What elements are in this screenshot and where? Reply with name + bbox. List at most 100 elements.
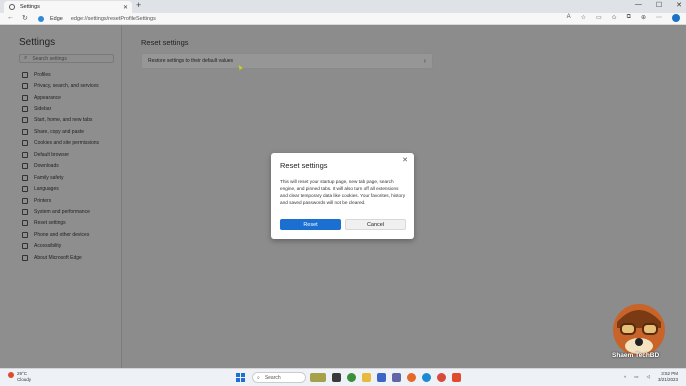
address-url[interactable]: edge://settings/resetProfileSettings [71, 16, 156, 22]
weather-desc: Cloudy [17, 377, 32, 382]
sidebar-item-appearance[interactable]: Appearance [22, 92, 122, 103]
reset-button[interactable]: Reset [280, 219, 341, 230]
firefox-icon[interactable] [407, 373, 416, 382]
accessibility-icon [22, 243, 28, 250]
store-icon[interactable] [377, 373, 386, 382]
pinned-apps [310, 373, 461, 382]
new-tab-button[interactable]: + [136, 0, 141, 10]
sidebar-item-label: Phone and other devices [34, 231, 90, 238]
chrome-alt-icon[interactable] [437, 373, 446, 382]
file-explorer-icon[interactable] [362, 373, 371, 382]
tab-title: Settings [20, 4, 40, 10]
volume-icon[interactable]: ◁ [647, 374, 650, 380]
sidebar-item-about[interactable]: About Microsoft Edge [22, 252, 122, 263]
reset-icon [22, 220, 28, 227]
chrome-icon[interactable] [347, 373, 356, 382]
restore-defaults-row[interactable]: Restore settings to their default values… [141, 53, 433, 69]
dialog-close-icon[interactable]: ✕ [402, 156, 408, 164]
address-bar[interactable]: Edge edge://settings/resetProfileSetting… [38, 15, 538, 23]
favorites-icon[interactable]: ✩ [612, 14, 617, 22]
browser-tab[interactable]: Settings ✕ [4, 1, 132, 13]
sidebar-item-accessibility[interactable]: Accessibility [22, 241, 122, 252]
sidebar-item-label: About Microsoft Edge [34, 254, 82, 261]
dialog-title: Reset settings [280, 161, 328, 170]
watermark-text: Shaem TechBD [612, 352, 660, 359]
sidebar-item-label: System and performance [34, 208, 90, 215]
sidebar-item-label: Appearance [34, 94, 61, 101]
favorite-star-icon[interactable]: ☆ [581, 14, 586, 22]
edge-taskbar-icon[interactable] [422, 373, 431, 382]
teams-icon[interactable] [392, 373, 401, 382]
sidebar-item-label: Profiles [34, 71, 51, 78]
sidebar-item-label: Default browser [34, 151, 70, 158]
sidebar-item-privacy[interactable]: Privacy, search, and services [22, 80, 122, 91]
chevron-up-icon[interactable]: ^ [624, 375, 626, 380]
sidebar-item-default-browser[interactable]: Default browser [22, 149, 122, 160]
clock-date: 3/21/2023 [657, 377, 678, 382]
settings-search-input[interactable]: ⌕ Search settings [19, 54, 114, 63]
recorder-icon[interactable] [452, 373, 461, 382]
back-icon[interactable]: ← [7, 14, 14, 21]
sidebar-item-printers[interactable]: Printers [22, 195, 122, 206]
read-aloud-icon[interactable]: A [567, 14, 571, 22]
sidebar-item-downloads[interactable]: Downloads [22, 161, 122, 172]
sidebar-item-share[interactable]: Share, copy and paste [22, 126, 122, 137]
clock[interactable]: 3:52 PM 3/21/2023 [658, 371, 678, 383]
more-options-icon[interactable]: ⋯ [656, 14, 662, 22]
sidebar-item-label: Accessibility [34, 243, 62, 250]
sidebar-item-label: Sidebar [34, 106, 52, 113]
close-window-button[interactable]: ✕ [676, 1, 682, 9]
edge-icon [22, 254, 28, 261]
sidebar-item-cookies[interactable]: Cookies and site permissions [22, 138, 122, 149]
edge-logo-icon [38, 16, 44, 22]
sidebar-item-reset[interactable]: Reset settings [22, 218, 122, 229]
sidebar-item-label: Printers [34, 197, 52, 204]
task-view-icon[interactable] [332, 373, 341, 382]
chevron-right-icon: › [423, 57, 426, 65]
sidebar-item-start-home[interactable]: Start, home, and new tabs [22, 115, 122, 126]
sidebar-item-phone[interactable]: Phone and other devices [22, 229, 122, 240]
copilot-icon[interactable] [672, 14, 680, 22]
taskbar-search-label: Search [264, 374, 281, 381]
share-icon [22, 128, 28, 135]
phone-icon [22, 231, 28, 238]
taskbar: 29°C Cloudy ⌕ Search ^ ▭ ◁ 3:52 PM 3/21/… [0, 368, 686, 386]
sidebar-item-label: Downloads [34, 163, 59, 170]
download-icon [22, 163, 28, 170]
language-icon [22, 186, 28, 193]
sidebar-item-sidebar[interactable]: Sidebar [22, 103, 122, 114]
sidebar-item-label: Languages [34, 186, 59, 193]
sidebar-menu: Profiles Privacy, search, and services A… [22, 69, 122, 263]
system-tray: ^ ▭ ◁ 3:52 PM 3/21/2023 [624, 371, 678, 383]
sidebar-item-system[interactable]: System and performance [22, 206, 122, 217]
taskbar-search[interactable]: ⌕ Search [252, 372, 306, 383]
search-placeholder: Search settings [32, 55, 67, 62]
sidebar-item-family[interactable]: Family safety [22, 172, 122, 183]
sidebar-icon [22, 106, 28, 113]
split-screen-icon[interactable]: ▭ [596, 14, 602, 22]
sidebar-item-languages[interactable]: Languages [22, 183, 122, 194]
page-title: Reset settings [141, 38, 189, 47]
search-icon: ⌕ [24, 55, 28, 61]
extensions-icon[interactable]: ⊕ [641, 14, 646, 22]
collections-icon[interactable]: ⧉ [627, 14, 631, 22]
minimize-button[interactable]: — [635, 1, 642, 9]
toolbar-right-icons: A ☆ ▭ ✩ ⧉ ⊕ ⋯ [567, 14, 680, 22]
sidebar-item-label: Cookies and site permissions [34, 140, 100, 147]
network-icon[interactable]: ▭ [634, 374, 638, 380]
weather-widget[interactable]: 29°C Cloudy [8, 371, 31, 383]
address-edge-label: Edge [50, 16, 63, 22]
tab-close-icon[interactable]: ✕ [123, 4, 128, 11]
cancel-button[interactable]: Cancel [345, 219, 406, 230]
sidebar-item-label: Start, home, and new tabs [34, 117, 93, 124]
sidebar-item-label: Privacy, search, and services [34, 83, 99, 90]
printer-icon [22, 197, 28, 204]
windows-start-icon[interactable] [236, 373, 245, 382]
settings-heading: Settings [19, 37, 56, 48]
maximize-button[interactable]: ☐ [656, 1, 662, 9]
sidebar-item-profiles[interactable]: Profiles [22, 69, 122, 80]
window-controls: — ☐ ✕ [635, 1, 682, 9]
landscape-widget-icon[interactable] [310, 373, 326, 382]
refresh-icon[interactable]: ↻ [22, 14, 28, 22]
appearance-icon [22, 94, 28, 101]
